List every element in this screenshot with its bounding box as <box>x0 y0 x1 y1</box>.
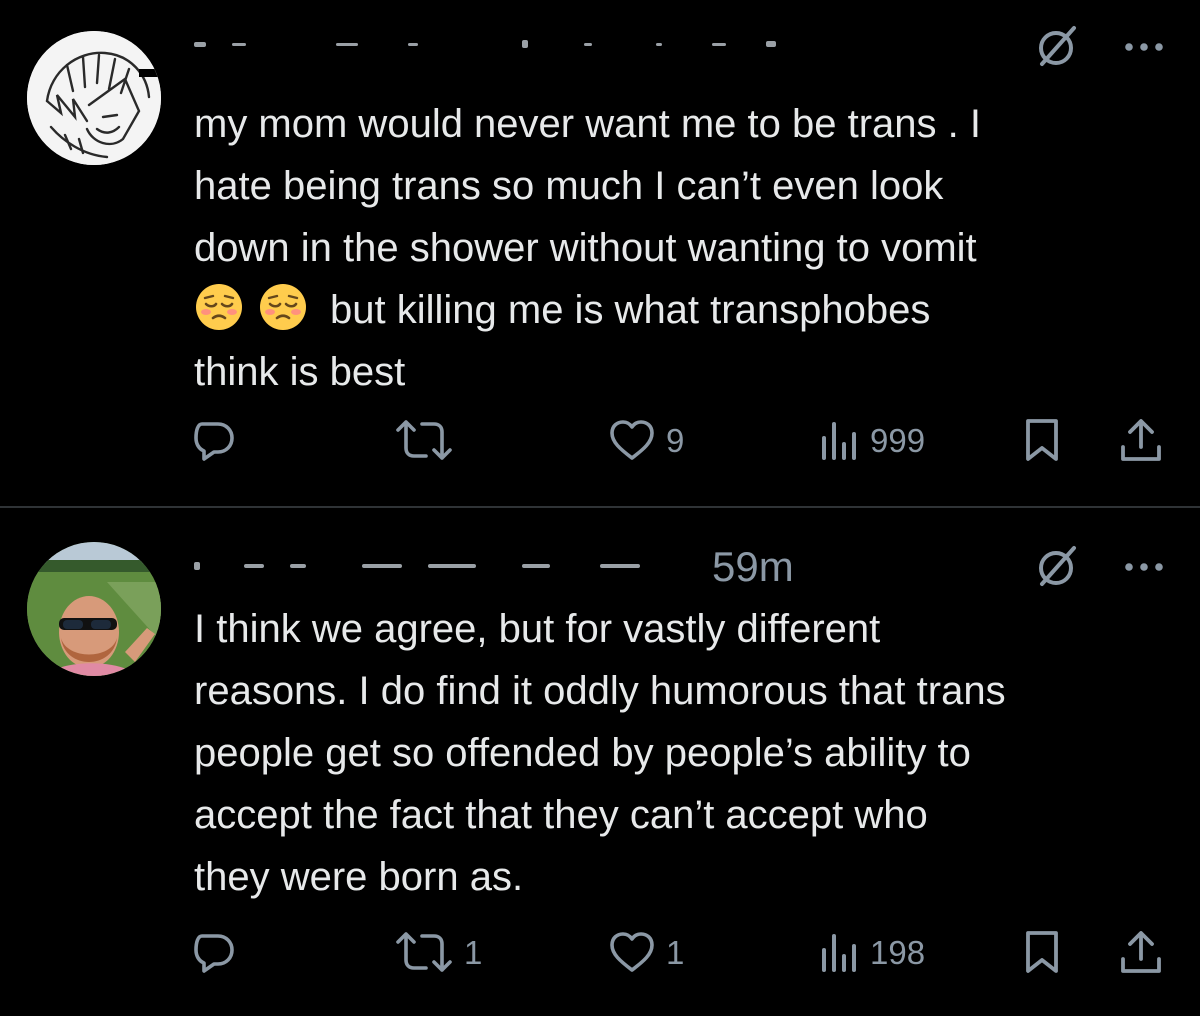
like-button[interactable]: 1 <box>608 922 684 982</box>
share-button[interactable] <box>1118 410 1164 470</box>
bookmark-icon <box>1026 931 1058 973</box>
reply-icon <box>194 422 234 461</box>
views-button[interactable]: 999 <box>820 410 925 470</box>
action-bar: 1 1 198 <box>0 922 1200 982</box>
reply-button[interactable] <box>192 410 246 470</box>
retweet-button[interactable]: 1 <box>394 922 482 982</box>
tweet-text: I think we agree, but for vastly differe… <box>194 607 1006 899</box>
heart-icon <box>610 932 654 972</box>
redacted-username <box>194 562 640 570</box>
tweet-2[interactable]: 59m I think we agree, but for vastly dif… <box>0 508 1200 1016</box>
like-count: 9 <box>666 421 685 459</box>
timestamp[interactable]: 59m <box>712 546 794 588</box>
grok-icon[interactable] <box>1034 24 1080 70</box>
avatar-sketch-image <box>27 31 161 165</box>
share-icon <box>1121 419 1161 461</box>
action-bar: 9 999 <box>0 410 1200 470</box>
views-count: 198 <box>870 933 926 971</box>
reply-button[interactable] <box>192 922 246 982</box>
retweet-count: 1 <box>464 933 483 971</box>
pensive-face-emoji <box>260 284 306 330</box>
views-icon <box>822 422 856 460</box>
views-button[interactable]: 198 <box>820 922 925 982</box>
avatar-photo-image <box>27 542 161 676</box>
bookmark-button[interactable] <box>1022 922 1062 982</box>
tweet-header <box>194 20 1164 70</box>
views-count: 999 <box>870 421 926 459</box>
tweet-text-part-1: my mom would never want me to be trans .… <box>194 102 981 270</box>
tweet-1[interactable]: my mom would never want me to be trans .… <box>0 0 1200 506</box>
share-button[interactable] <box>1118 922 1164 982</box>
more-icon[interactable] <box>1124 42 1164 52</box>
share-icon <box>1121 931 1161 973</box>
redacted-username <box>194 40 776 48</box>
more-icon[interactable] <box>1124 562 1164 572</box>
retweet-icon <box>396 420 452 460</box>
avatar[interactable] <box>27 31 161 165</box>
retweet-icon <box>396 932 452 972</box>
reply-icon <box>194 934 234 973</box>
heart-icon <box>610 420 654 460</box>
bookmark-button[interactable] <box>1022 410 1062 470</box>
retweet-button[interactable] <box>394 410 464 470</box>
like-button[interactable]: 9 <box>608 410 684 470</box>
pensive-face-emoji <box>196 284 242 330</box>
tweet-header: 59m <box>194 540 1164 590</box>
like-count: 1 <box>666 933 685 971</box>
grok-icon[interactable] <box>1034 544 1080 590</box>
avatar[interactable] <box>27 542 161 676</box>
tweet-text: my mom would never want me to be trans .… <box>194 93 1172 403</box>
bookmark-icon <box>1026 419 1058 461</box>
views-icon <box>822 934 856 972</box>
